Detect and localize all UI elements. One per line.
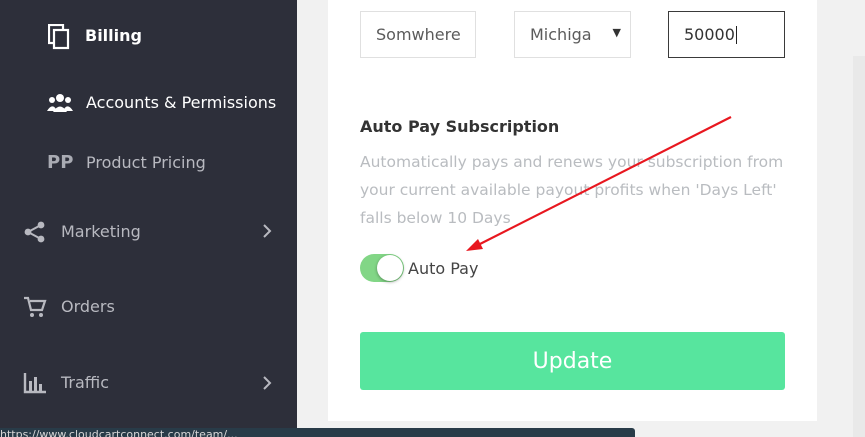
share-icon: [23, 220, 47, 244]
sidebar-item-label: Marketing: [61, 222, 141, 241]
scroll-gutter: [853, 56, 865, 437]
sidebar-item-traffic[interactable]: Traffic: [0, 370, 297, 396]
sidebar-item-label: Product Pricing: [86, 153, 206, 172]
update-button[interactable]: Update: [360, 332, 785, 390]
sidebar-item-label: Billing: [85, 26, 142, 45]
sidebar-item-label: Orders: [61, 297, 115, 316]
sidebar-item-billing[interactable]: Billing: [0, 22, 297, 50]
chevron-right-icon: [262, 223, 272, 243]
state-value: Michiga: [530, 25, 592, 44]
toggle-knob: [377, 255, 403, 281]
copy-icon: [48, 24, 70, 50]
sidebar: Billing Accounts & Permissions PP Produc…: [0, 0, 297, 437]
city-field[interactable]: Somwhere: [360, 11, 476, 58]
state-select[interactable]: Michiga ▼: [514, 11, 631, 58]
autopay-toggle-row: Auto Pay: [360, 254, 478, 282]
pp-text-icon: PP: [47, 152, 74, 173]
sidebar-item-label: Traffic: [61, 373, 110, 392]
text-cursor: [735, 25, 737, 44]
cart-icon: [23, 295, 47, 319]
sidebar-item-product-pricing[interactable]: PP Product Pricing: [0, 150, 297, 176]
autopay-toggle-label: Auto Pay: [408, 258, 479, 278]
autopay-description: Automatically pays and renews your subsc…: [360, 153, 784, 227]
sidebar-item-marketing[interactable]: Marketing: [0, 219, 297, 245]
autopay-title: Auto Pay Subscription: [360, 117, 560, 136]
sidebar-item-label: Accounts & Permissions: [86, 93, 277, 112]
chevron-right-icon: [262, 375, 272, 395]
zip-value: 50000: [684, 25, 735, 44]
sidebar-item-orders[interactable]: Orders: [0, 294, 297, 320]
users-icon: [47, 93, 73, 113]
zip-field[interactable]: 50000: [668, 11, 785, 58]
sidebar-item-accounts-permissions[interactable]: Accounts & Permissions: [0, 90, 297, 116]
autopay-toggle[interactable]: [360, 254, 404, 282]
bar-chart-icon: [23, 372, 47, 394]
status-bar-url: https://www.cloudcartconnect.com/team/..…: [0, 428, 238, 437]
dropdown-arrow-icon: ▼: [612, 26, 621, 39]
status-bar: https://www.cloudcartconnect.com/team/..…: [0, 428, 635, 437]
city-value: Somwhere: [376, 25, 461, 44]
